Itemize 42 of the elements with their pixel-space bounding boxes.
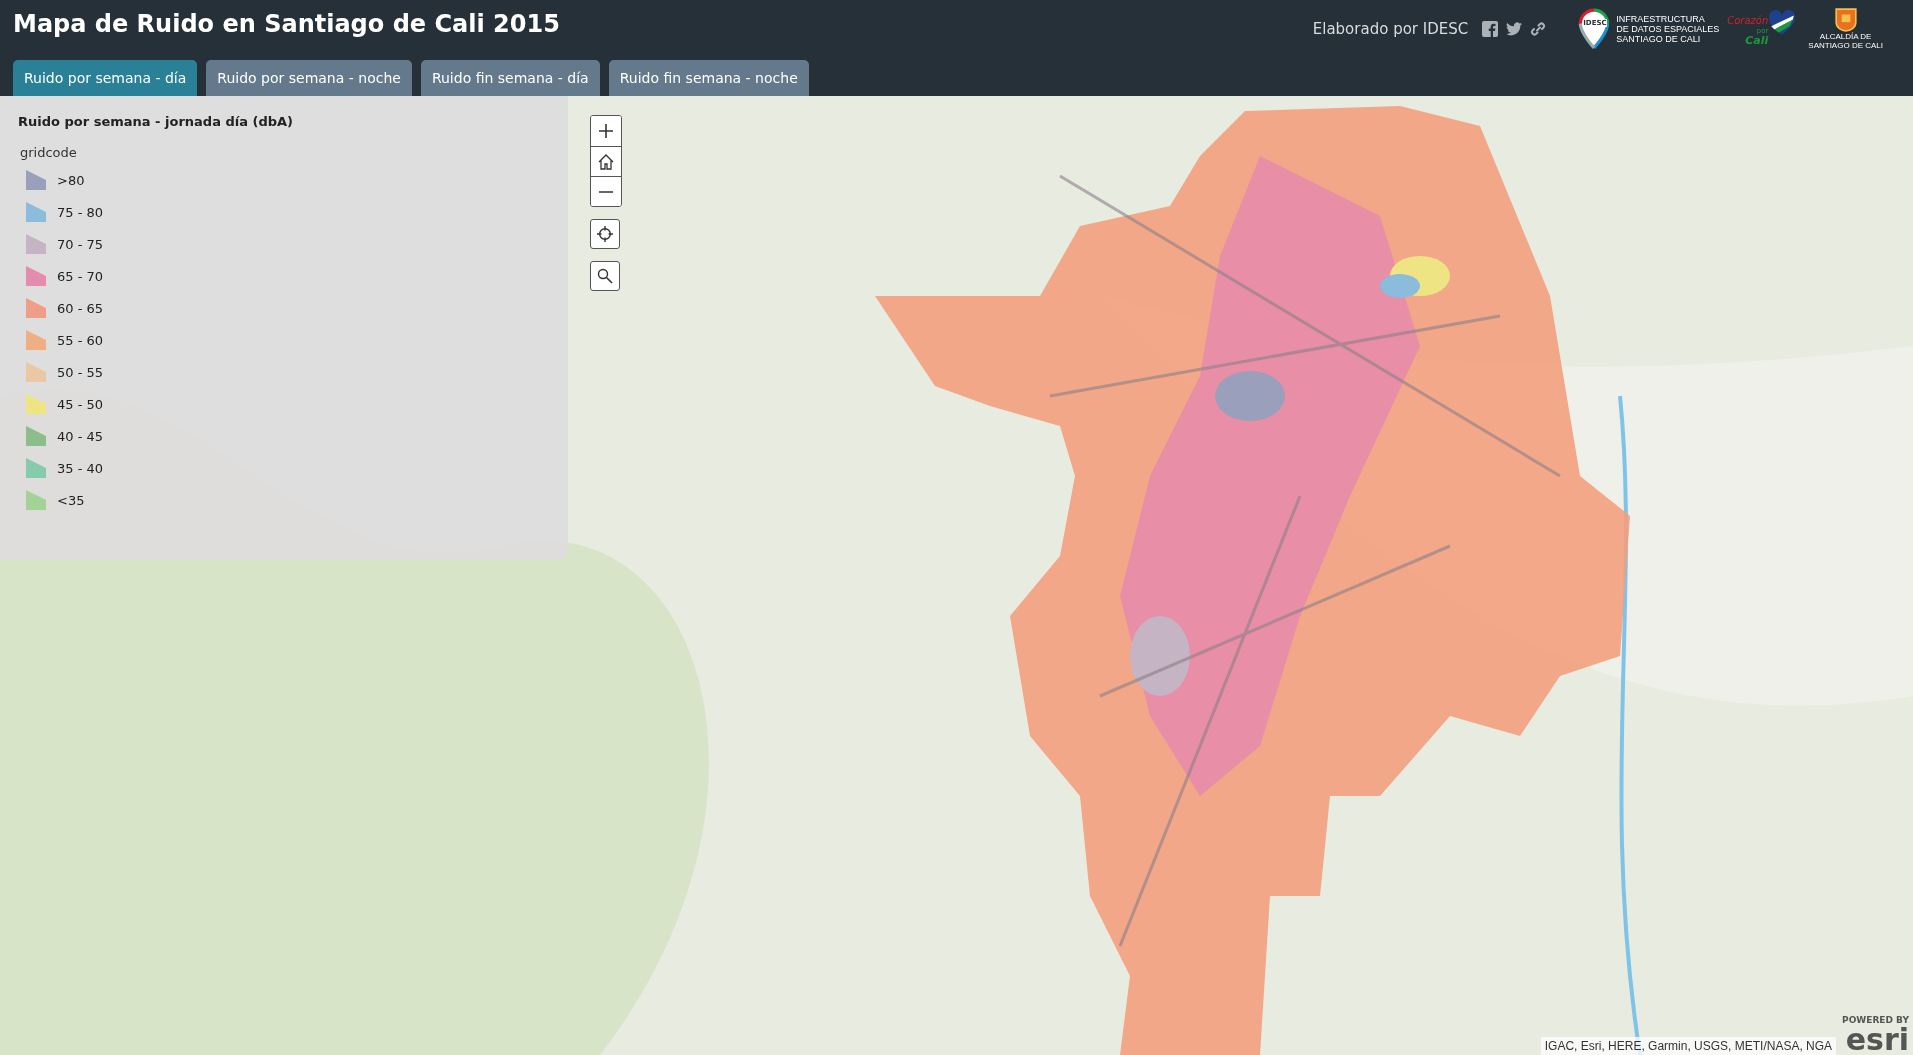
legend-label: 35 - 40	[57, 460, 104, 476]
app-title: Mapa de Ruido en Santiago de Cali 2015	[13, 10, 561, 38]
logo-text: INFRAESTRUCTURA	[1616, 14, 1706, 24]
legend-label: 75 - 80	[57, 204, 104, 220]
logo-text: POWERED BY	[1842, 1016, 1909, 1025]
logo-text: DE DATOS ESPACIALES	[1616, 24, 1720, 34]
bird-icon[interactable]	[1506, 21, 1523, 37]
home-icon	[598, 153, 614, 170]
legend-label: 70 - 75	[57, 236, 104, 252]
legend-label: 50 - 55	[57, 364, 104, 380]
locate-button[interactable]	[590, 219, 620, 249]
legend-label: <35	[57, 492, 85, 508]
legend-label: 60 - 65	[57, 300, 104, 316]
tab[interactable]: Ruido por semana - noche	[206, 60, 412, 96]
legend-label: 65 - 70	[57, 268, 104, 284]
legend-label: 55 - 60	[57, 332, 104, 348]
minus-icon	[598, 190, 614, 193]
legend-label: 45 - 50	[57, 396, 104, 412]
legend-label: 40 - 45	[57, 428, 104, 444]
heart-icon	[1768, 10, 1797, 36]
plus-icon	[598, 123, 614, 139]
logo-text: Cali	[1745, 36, 1769, 46]
logo-text: SANTIAGO DE CALI	[1616, 34, 1702, 44]
facebook-icon[interactable]	[1482, 21, 1499, 37]
credit-text: Elaborado por IDESC	[1312, 20, 1469, 38]
tab[interactable]: Ruido fin semana - noche	[608, 60, 809, 96]
logo-text: esri	[1845, 1025, 1909, 1055]
logo-text: Corazón	[1727, 16, 1769, 26]
tab[interactable]: Ruido fin semana - día	[420, 60, 600, 96]
search-button[interactable]	[590, 261, 620, 291]
crosshair-icon	[597, 226, 613, 242]
logo-text: ALCALDÍA DE	[1819, 32, 1872, 41]
search-icon	[597, 268, 613, 284]
logo-text: SANTIAGO DE CALI	[1808, 41, 1883, 50]
legend-title: Ruido por semana - jornada día (dbA)	[18, 114, 295, 129]
link-icon[interactable]	[1530, 21, 1547, 37]
legend-label: >80	[57, 172, 85, 188]
tab[interactable]: Ruido por semana - día	[13, 60, 198, 96]
zoom-out-button[interactable]	[591, 176, 621, 206]
attribution-text: IGAC, Esri, HERE, Garmin, USGS, METI/NASA, NGA	[1540, 1037, 1837, 1055]
shield-icon	[1834, 8, 1857, 32]
legend-field-label: gridcode	[20, 145, 78, 160]
